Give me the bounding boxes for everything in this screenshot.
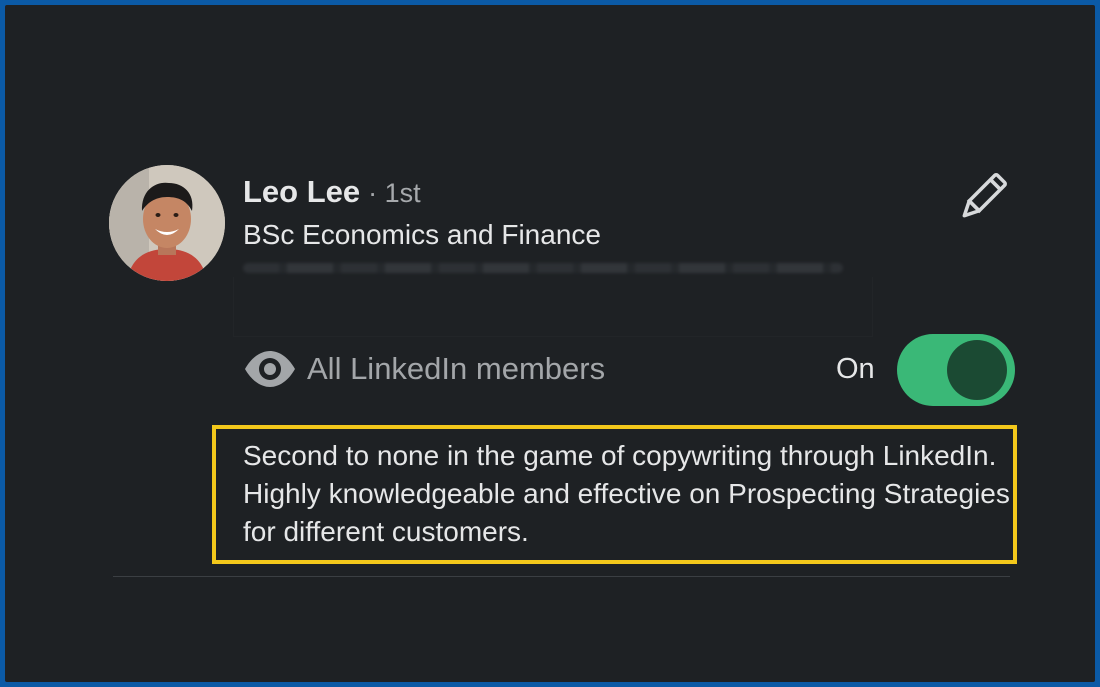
- recommendation-card: Leo Lee · 1st BSc Economics and Finance …: [5, 5, 1095, 682]
- blurred-text: [243, 263, 843, 273]
- edit-button[interactable]: [953, 169, 1011, 227]
- recommender-headline: BSc Economics and Finance: [243, 219, 601, 250]
- profile-photo: [109, 165, 225, 281]
- blurred-region: [233, 277, 873, 337]
- visibility-label: All LinkedIn members: [307, 351, 606, 386]
- recommender-name-row: Leo Lee · 1st: [243, 174, 421, 210]
- connection-degree: · 1st: [368, 178, 421, 208]
- divider: [113, 576, 1010, 577]
- show-recommendation-toggle[interactable]: [897, 334, 1015, 406]
- recommendation-text: Second to none in the game of copywritin…: [243, 440, 1010, 547]
- recommendation-highlight: Second to none in the game of copywritin…: [212, 425, 1017, 564]
- avatar[interactable]: [109, 165, 225, 281]
- toggle-status-label: On: [836, 353, 875, 385]
- pencil-icon: [962, 173, 1007, 218]
- visibility-setting[interactable]: All LinkedIn members: [243, 349, 605, 389]
- toggle-knob: [947, 340, 1007, 400]
- recommender-name[interactable]: Leo Lee: [243, 174, 360, 210]
- eye-icon: [245, 351, 295, 387]
